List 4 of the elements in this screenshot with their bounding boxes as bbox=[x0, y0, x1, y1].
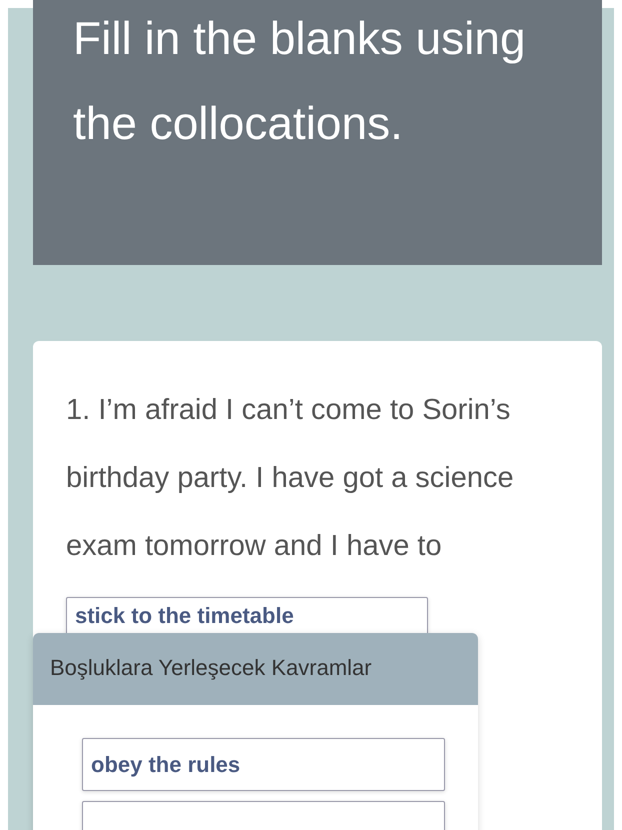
word-bank-title: Boşluklara Yerleşecek Kavramlar bbox=[33, 633, 478, 705]
page-title: Fill in the blanks using the collocations. bbox=[73, 11, 527, 151]
answer-field[interactable]: stick to the timetable bbox=[66, 597, 428, 635]
option-field[interactable]: obey the rules bbox=[82, 738, 445, 791]
